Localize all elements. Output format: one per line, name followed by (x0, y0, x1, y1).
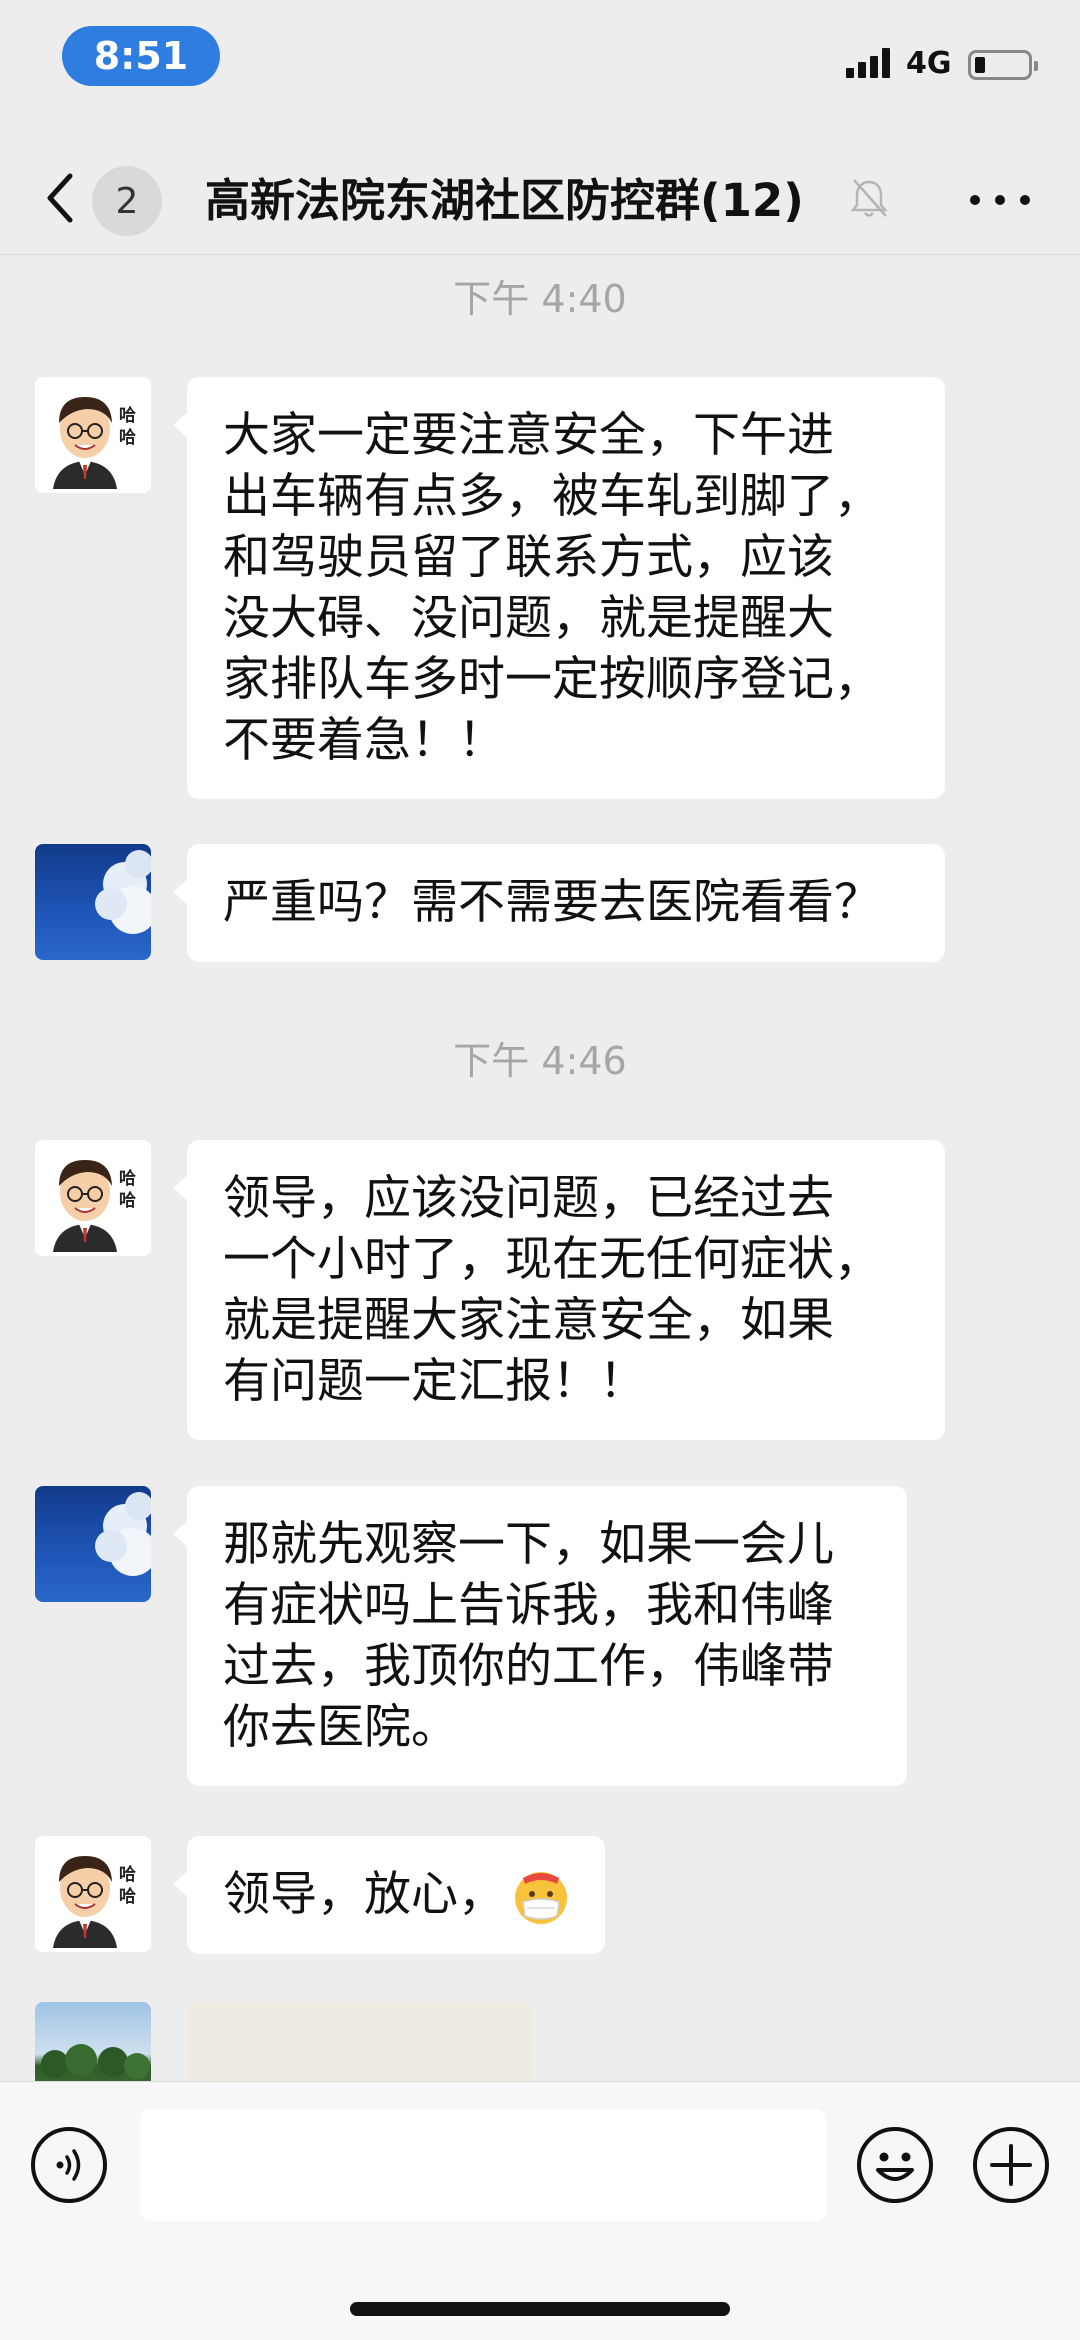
chevron-left-icon[interactable] (40, 168, 80, 228)
avatar[interactable]: 哈哈 (35, 1140, 151, 1256)
avatar[interactable]: 哈哈 (35, 377, 151, 493)
message-input[interactable] (140, 2109, 826, 2221)
timestamp: 下午 4:40 (453, 277, 627, 321)
more-dots-icon[interactable] (970, 180, 1030, 220)
avatar[interactable] (35, 2002, 151, 2081)
sky-cloud-avatar-icon (95, 850, 151, 934)
status-time: 8:51 (62, 26, 220, 86)
message-bubble[interactable]: 领导，应该没问题，已经过去 一个小时了，现在无任何症状， 就是提醒大家注意安全，… (173, 1140, 945, 1440)
plus-icon[interactable] (972, 2126, 1050, 2204)
message-bubble[interactable]: 大家一定要注意安全，下午进 出车辆有点多，被车轧到脚了， 和驾驶员留了联系方式，… (173, 377, 945, 799)
battery-icon (968, 50, 1038, 80)
sky-cloud-avatar-icon (95, 1492, 151, 1576)
beach-trees-avatar-icon (41, 2044, 150, 2079)
smiley-icon[interactable] (856, 2126, 934, 2204)
signal-strength-icon (846, 48, 894, 78)
timestamp: 下午 4:46 (453, 1039, 627, 1083)
unread-count-badge[interactable]: 2 (92, 166, 162, 236)
message-bubble[interactable]: 那就先观察一下，如果一会儿 有症状吗上告诉我，我和伟峰 过去，我顶你的工作，伟峰… (173, 1486, 907, 1786)
avatar[interactable]: 哈哈 (35, 1836, 151, 1952)
face-with-mask-emoji-icon (515, 1871, 567, 1924)
avatar[interactable] (35, 844, 151, 960)
message-text: 领导，放心， (223, 1867, 505, 1922)
home-indicator[interactable] (350, 2302, 730, 2316)
chat-title: 高新法院东湖社区防控群(12) (205, 174, 804, 227)
status-bar: 8:51 4G (0, 0, 1080, 140)
input-bar (0, 2081, 1080, 2340)
avatar-caption: 哈哈 (119, 406, 136, 448)
chat-header: 2 高新法院东湖社区防控群(12) (0, 140, 1080, 255)
message-bubble[interactable]: 领导，放心， (173, 1836, 605, 1954)
avatar-caption: 哈哈 (119, 1865, 136, 1907)
image-message[interactable] (187, 2002, 533, 2081)
message-bubble[interactable]: 严重吗？需不需要去医院看看？ (173, 844, 945, 962)
avatar[interactable] (35, 1486, 151, 1602)
voice-icon[interactable] (30, 2126, 108, 2204)
bell-off-icon (850, 179, 888, 217)
network-type: 4G (906, 46, 952, 81)
avatar-caption: 哈哈 (119, 1169, 136, 1211)
message-list[interactable]: 下午 4:40 哈哈 大家一定要注意安全，下午进 出车辆有点多，被车轧到脚了， … (0, 254, 1080, 2081)
